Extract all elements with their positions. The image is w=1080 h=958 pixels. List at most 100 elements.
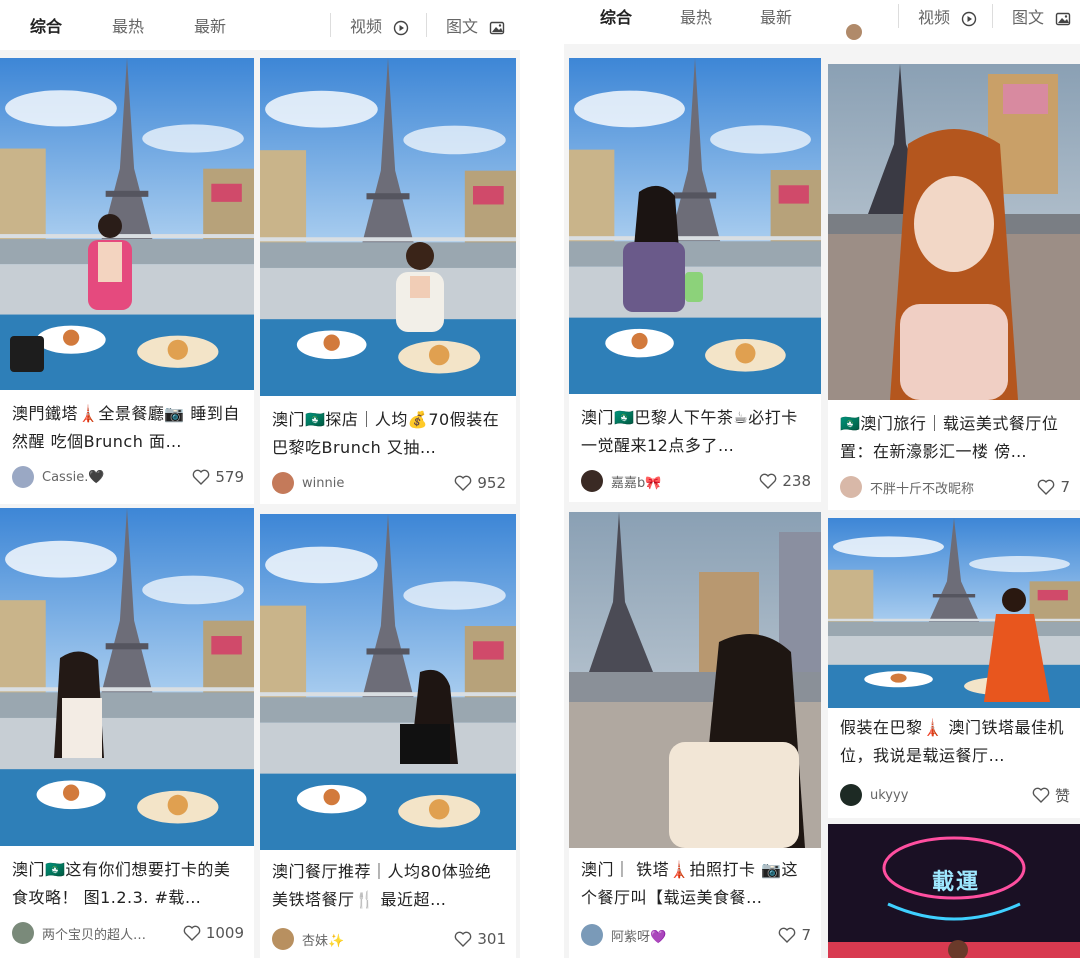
nav-divider bbox=[330, 13, 331, 37]
filter-video[interactable]: 视频 bbox=[350, 13, 409, 37]
author-name[interactable]: winnie bbox=[302, 476, 454, 491]
heart-outline-icon bbox=[1038, 479, 1055, 495]
avatar[interactable] bbox=[581, 470, 603, 492]
like-count: 赞 bbox=[1054, 786, 1070, 805]
like-count: 952 bbox=[477, 474, 506, 492]
heart-outline-icon bbox=[455, 475, 472, 491]
note-card[interactable]: 澳門鐵塔🗼全景餐廳📷 睡到自然醒 吃個Brunch 面… Cassie.🖤 57… bbox=[0, 58, 254, 504]
note-meta: 杏妹✨ 301 bbox=[272, 926, 506, 952]
heart-outline-icon bbox=[1032, 787, 1050, 803]
heart-outline-icon bbox=[193, 469, 210, 485]
neon-sign-text: 載運 bbox=[931, 870, 980, 895]
top-nav: 综合 最热 最新 视频 图文 bbox=[564, 0, 1080, 32]
author-name[interactable]: 两个宝贝的超人… bbox=[42, 924, 183, 943]
right-screenshot: 综合 最热 最新 视频 图文 澳门🇲🇴巴黎人下午茶☕必打卡 一觉醒来12点多了…… bbox=[564, 0, 1080, 958]
note-title: 澳门🇲🇴探店｜人均💰70假装在巴黎吃Brunch 又抽… bbox=[272, 410, 500, 457]
note-card[interactable]: 🇲🇴澳门旅行｜载运美式餐厅位置：在新濠影汇一楼 傍… 不胖十斤不改昵称 7 bbox=[828, 64, 1080, 510]
filter-video-label: 视频 bbox=[350, 17, 383, 36]
tab-all[interactable]: 综合 bbox=[30, 13, 62, 37]
like-count: 301 bbox=[477, 930, 506, 948]
note-meta: Cassie.🖤 579 bbox=[12, 464, 244, 490]
note-cover-image bbox=[569, 58, 821, 394]
note-title: 澳门🇲🇴这有你们想要打卡的美食攻略！ 图1.2.3. #载… bbox=[12, 860, 231, 907]
note-card[interactable]: 澳门🇲🇴探店｜人均💰70假装在巴黎吃Brunch 又抽… winnie 952 bbox=[260, 58, 516, 504]
note-cover-image bbox=[828, 64, 1080, 400]
avatar bbox=[846, 24, 862, 40]
avatar[interactable] bbox=[840, 784, 862, 806]
avatar[interactable] bbox=[840, 476, 862, 498]
avatar[interactable] bbox=[581, 924, 603, 946]
tab-all[interactable]: 综合 bbox=[600, 4, 632, 28]
note-card[interactable]: 載運 bbox=[828, 824, 1080, 958]
note-title: 澳门｜ 铁塔🗼拍照打卡 📷这个餐厅叫【载运美食餐… bbox=[581, 860, 799, 907]
nav-divider bbox=[992, 4, 993, 28]
nav-divider bbox=[898, 4, 899, 28]
note-card[interactable]: 澳门🇲🇴巴黎人下午茶☕必打卡 一觉醒来12点多了… 嘉嘉b🎀 238 bbox=[569, 58, 821, 502]
note-title: 假装在巴黎🗼 澳门铁塔最佳机位，我说是载运餐厅… bbox=[840, 718, 1065, 765]
note-title: 澳門鐵塔🗼全景餐廳📷 睡到自然醒 吃個Brunch 面… bbox=[12, 404, 240, 451]
note-meta: 阿紫呀💜 7 bbox=[581, 922, 811, 948]
like-button[interactable]: 238 bbox=[759, 472, 811, 490]
note-cover-image bbox=[0, 58, 254, 390]
note-card[interactable]: 澳门餐厅推荐｜人均80体验绝美铁塔餐厅🍴 最近超… 杏妹✨ 301 bbox=[260, 514, 516, 958]
note-meta: winnie 952 bbox=[272, 470, 506, 496]
note-card[interactable]: 假装在巴黎🗼 澳门铁塔最佳机位，我说是载运餐厅… ukyyy 赞 bbox=[828, 518, 1080, 818]
note-card[interactable]: 澳门🇲🇴这有你们想要打卡的美食攻略！ 图1.2.3. #载… 两个宝贝的超人… … bbox=[0, 508, 254, 958]
top-nav: 综合 最热 最新 视频 图文 bbox=[0, 0, 520, 50]
filter-video[interactable]: 视频 bbox=[918, 4, 977, 28]
heart-outline-icon bbox=[183, 925, 201, 941]
note-cover-image: 載運 bbox=[828, 824, 1080, 958]
filter-text[interactable]: 图文 bbox=[1012, 4, 1071, 28]
tab-new[interactable]: 最新 bbox=[194, 13, 226, 37]
like-count: 7 bbox=[1060, 478, 1070, 496]
like-count: 7 bbox=[801, 926, 811, 944]
note-card[interactable]: 澳门｜ 铁塔🗼拍照打卡 📷这个餐厅叫【载运美食餐… 阿紫呀💜 7 bbox=[569, 512, 821, 958]
tab-hot[interactable]: 最热 bbox=[112, 13, 144, 37]
note-cover-image bbox=[0, 508, 254, 846]
note-cover-image bbox=[828, 518, 1080, 708]
author-name[interactable]: Cassie.🖤 bbox=[42, 470, 192, 485]
like-button[interactable]: 赞 bbox=[1032, 785, 1070, 806]
heart-outline-icon bbox=[760, 473, 777, 489]
like-button[interactable]: 7 bbox=[778, 926, 811, 944]
avatar[interactable] bbox=[12, 466, 34, 488]
note-title: 澳门🇲🇴巴黎人下午茶☕必打卡 一觉醒来12点多了… bbox=[581, 408, 798, 455]
author-name[interactable]: 嘉嘉b🎀 bbox=[611, 472, 759, 491]
play-circle-icon bbox=[961, 11, 977, 26]
note-title: 澳门餐厅推荐｜人均80体验绝美铁塔餐厅🍴 最近超… bbox=[272, 862, 492, 909]
author-name[interactable]: ukyyy bbox=[870, 788, 1032, 803]
note-cover-image bbox=[260, 58, 516, 396]
play-circle-icon bbox=[393, 20, 409, 35]
avatar[interactable] bbox=[272, 928, 294, 950]
like-button[interactable]: 952 bbox=[454, 474, 506, 492]
filter-text-label: 图文 bbox=[446, 17, 479, 36]
image-icon bbox=[1055, 12, 1071, 25]
heart-outline-icon bbox=[455, 931, 472, 947]
avatar[interactable] bbox=[272, 472, 294, 494]
like-button[interactable]: 301 bbox=[454, 930, 506, 948]
note-meta: 两个宝贝的超人… 1009 bbox=[12, 920, 244, 946]
filter-text-label: 图文 bbox=[1012, 8, 1045, 27]
note-meta: 不胖十斤不改昵称 7 bbox=[840, 474, 1070, 500]
heart-outline-icon bbox=[779, 927, 796, 943]
like-button[interactable]: 1009 bbox=[183, 924, 244, 942]
note-meta: ukyyy 赞 bbox=[840, 782, 1070, 808]
like-count: 1009 bbox=[205, 924, 244, 942]
avatar[interactable] bbox=[12, 922, 34, 944]
left-screenshot: 综合 最热 最新 视频 图文 澳門鐵塔🗼全景餐廳📷 睡到自然醒 吃個Brunch… bbox=[0, 0, 520, 958]
note-meta: 嘉嘉b🎀 238 bbox=[581, 468, 811, 494]
image-icon bbox=[489, 21, 505, 34]
note-title: 🇲🇴澳门旅行｜载运美式餐厅位置：在新濠影汇一楼 傍… bbox=[840, 414, 1059, 461]
like-count: 238 bbox=[782, 472, 811, 490]
like-count: 579 bbox=[215, 468, 244, 486]
tab-hot[interactable]: 最热 bbox=[680, 4, 712, 28]
like-button[interactable]: 579 bbox=[192, 468, 244, 486]
author-name[interactable]: 杏妹✨ bbox=[302, 930, 454, 949]
filter-video-label: 视频 bbox=[918, 8, 951, 27]
author-name[interactable]: 不胖十斤不改昵称 bbox=[870, 478, 1037, 497]
note-cover-image bbox=[569, 512, 821, 848]
author-name[interactable]: 阿紫呀💜 bbox=[611, 926, 778, 945]
filter-text[interactable]: 图文 bbox=[446, 13, 505, 37]
tab-new[interactable]: 最新 bbox=[760, 4, 792, 28]
like-button[interactable]: 7 bbox=[1037, 478, 1070, 496]
